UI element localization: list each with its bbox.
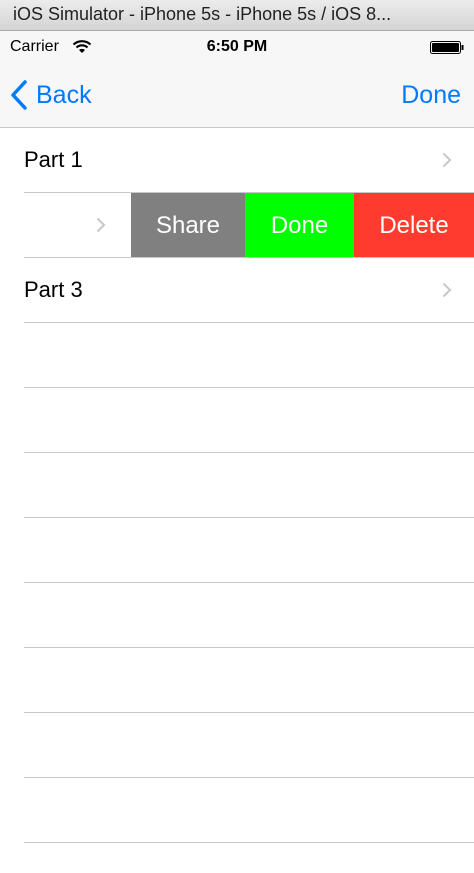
table-row-swiped[interactable]: Share Done Delete: [0, 193, 474, 258]
row-label: Part 1: [24, 147, 83, 172]
status-bar: Carrier 6:50 PM: [0, 31, 474, 64]
empty-row-separator: [24, 517, 474, 518]
status-time: 6:50 PM: [206, 38, 268, 55]
back-button[interactable]: Back: [10, 78, 92, 112]
back-label: Back: [36, 80, 92, 109]
empty-row-separator: [24, 777, 474, 778]
share-action-button[interactable]: Share: [131, 193, 245, 258]
disclosure-chevron-icon: [96, 217, 106, 233]
disclosure-chevron-icon: [442, 152, 452, 168]
empty-row-separator: [24, 387, 474, 388]
swiped-row-content[interactable]: [0, 193, 131, 257]
back-chevron-icon: [11, 80, 27, 110]
table-view[interactable]: Part 1 Share Done Delete Part 3: [0, 128, 474, 873]
empty-row-separator: [24, 647, 474, 648]
row-label: Part 3: [24, 277, 83, 302]
empty-row-separator: [24, 452, 474, 453]
done-action-button[interactable]: Done: [245, 193, 354, 258]
table-row[interactable]: Part 1: [0, 128, 474, 193]
empty-row-separator: [24, 842, 474, 843]
navigation-bar: Back Done: [0, 64, 474, 128]
window-title: iOS Simulator - iPhone 5s - iPhone 5s / …: [13, 4, 392, 24]
disclosure-chevron-icon: [442, 282, 452, 298]
delete-action-button[interactable]: Delete: [354, 193, 474, 258]
battery-icon: [430, 41, 464, 54]
empty-row-separator: [24, 712, 474, 713]
done-button[interactable]: Done: [401, 81, 461, 110]
table-row[interactable]: Part 3: [0, 258, 474, 323]
simulator-title-bar: iOS Simulator - iPhone 5s - iPhone 5s / …: [0, 0, 474, 31]
row-separator: [24, 322, 474, 323]
empty-row-separator: [24, 582, 474, 583]
